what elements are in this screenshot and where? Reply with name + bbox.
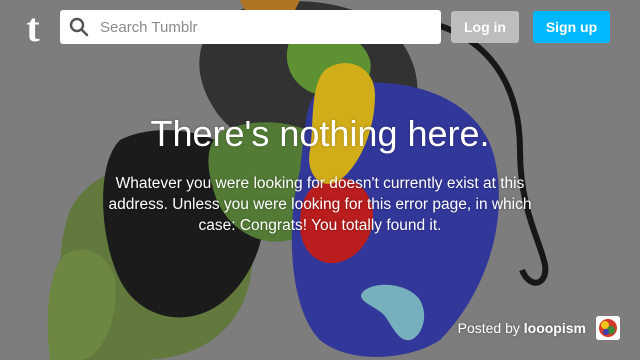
error-title: There's nothing here. (150, 113, 490, 154)
post-credit: Posted by looopism (458, 319, 586, 337)
credit-prefix: Posted by (457, 320, 520, 336)
avatar-image (596, 316, 620, 340)
error-message: Whatever you were looking for doesn't cu… (108, 175, 532, 234)
search-box[interactable] (60, 10, 441, 44)
top-navigation-bar: t Log in Sign up (0, 0, 640, 54)
search-icon (69, 17, 89, 37)
signup-button[interactable]: Sign up (533, 11, 610, 43)
author-avatar[interactable] (596, 316, 620, 340)
credit-author-link[interactable]: looopism (524, 320, 586, 336)
tumblr-logo-icon[interactable]: t (18, 8, 48, 48)
login-button[interactable]: Log in (451, 11, 519, 43)
search-input[interactable] (98, 17, 422, 37)
